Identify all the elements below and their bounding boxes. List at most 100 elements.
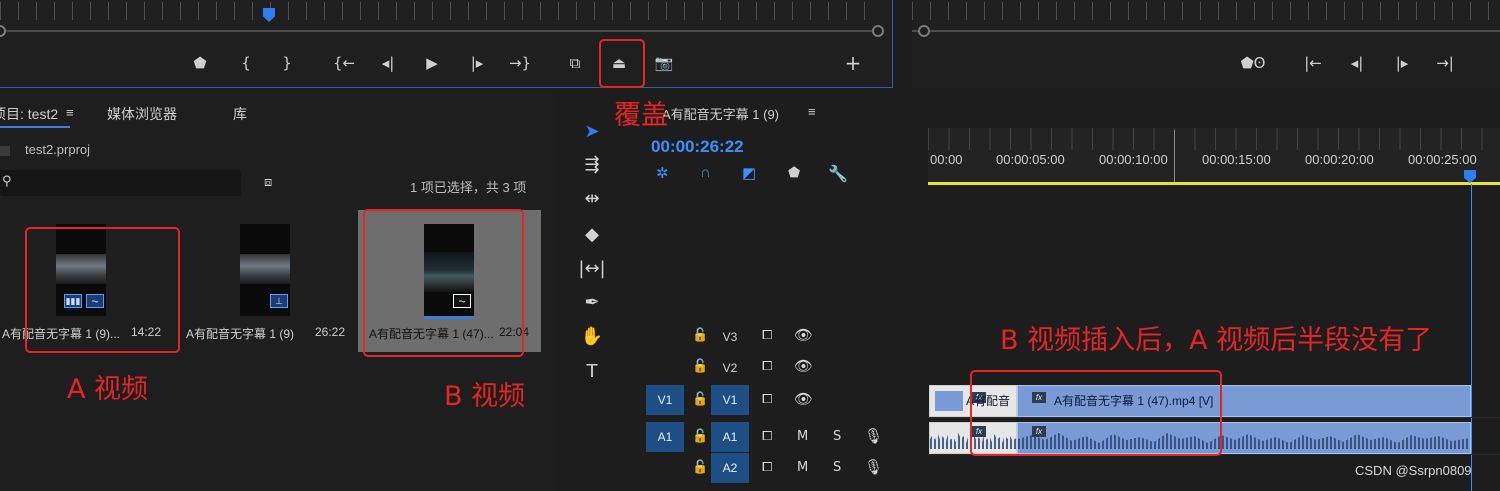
tab-library[interactable]: 库: [233, 104, 247, 124]
source-ruler[interactable]: [0, 2, 880, 20]
source-zoom-handle-right[interactable]: [872, 25, 884, 37]
source-scrub-bar[interactable]: [0, 30, 880, 32]
timecode-display[interactable]: 00:00:26:22: [651, 137, 744, 157]
annotation-a-video: A 视频: [67, 374, 149, 405]
mark-in-icon[interactable]: {: [233, 52, 259, 74]
add-icon[interactable]: +: [840, 51, 866, 75]
ruler-label: 00:00:25:00: [1408, 152, 1477, 167]
razor-tool-icon[interactable]: ◆: [577, 220, 607, 248]
selection-status: 1 项已选择，共 3 项: [410, 180, 527, 195]
clip-highlight: [970, 370, 1222, 456]
track-name[interactable]: V3: [711, 322, 749, 352]
program-monitor: ⬟ʘ |← ◂| |▸ →|: [912, 0, 1500, 88]
lock-icon[interactable]: 🔓: [692, 359, 708, 374]
ruler-label: 00:00:20:00: [1305, 152, 1374, 167]
export-frame-icon[interactable]: 📷: [651, 52, 677, 74]
new-search-bin-icon[interactable]: ⧈: [264, 174, 272, 190]
hand-tool-icon[interactable]: ✋: [577, 322, 607, 350]
go-to-out-icon[interactable]: →}: [507, 52, 533, 74]
search-icon: ⚲: [2, 173, 12, 188]
program-marker-icon[interactable]: ⬟ʘ: [1240, 52, 1266, 74]
wrench-icon[interactable]: 🔧: [828, 164, 848, 184]
overwrite-highlight: [599, 39, 645, 88]
program-step-forward-icon[interactable]: |▸: [1389, 52, 1415, 74]
lock-icon[interactable]: 🔓: [692, 460, 708, 475]
ruler-label: 00:00:10:00: [1099, 152, 1168, 167]
marker-icon[interactable]: ⬟: [788, 164, 800, 181]
tab-active-indicator: [0, 126, 70, 128]
ruler-label: 00:00:05:00: [996, 152, 1065, 167]
track-select-tool-icon[interactable]: ⇶: [577, 150, 607, 178]
clip-a-thumb: [935, 391, 963, 411]
microphone-icon[interactable]: 🎙: [864, 427, 883, 445]
sync-lock-icon[interactable]: ⧠: [762, 460, 772, 475]
snap-icon[interactable]: ✲: [656, 164, 669, 182]
lock-icon[interactable]: 🔓: [692, 392, 708, 407]
timeline-ruler[interactable]: 00:00 00:00:05:00 00:00:10:00 00:00:15:0…: [928, 128, 1500, 185]
solo-button[interactable]: S: [833, 429, 841, 444]
tools-panel: ➤ ⇶ ⇹ ◆ |↔| ✒ ✋ T: [567, 112, 617, 392]
clip-duration: 26:22: [315, 325, 346, 339]
slip-tool-icon[interactable]: |↔|: [577, 254, 607, 282]
project-file-name: test2.prproj: [25, 142, 91, 157]
work-area-bar[interactable]: [928, 182, 1500, 185]
program-zoom-handle[interactable]: [918, 25, 930, 37]
mark-out-icon[interactable]: }: [274, 52, 300, 74]
mute-button[interactable]: M: [797, 429, 808, 444]
type-tool-icon[interactable]: T: [577, 357, 607, 385]
mute-button[interactable]: M: [797, 460, 808, 475]
marker-icon[interactable]: ⬟: [187, 52, 213, 74]
add-marker-mode-icon[interactable]: ◩: [742, 164, 756, 182]
eye-icon[interactable]: 👁: [794, 326, 813, 344]
panel-menu-icon[interactable]: ≡: [66, 105, 74, 120]
program-go-to-in-icon[interactable]: |←: [1300, 52, 1326, 74]
program-go-to-out-icon[interactable]: →|: [1432, 52, 1458, 74]
program-scrub-bar[interactable]: [912, 30, 1500, 32]
clip-name: A有配音无字幕 1 (9): [186, 327, 295, 341]
source-zoom-handle[interactable]: [0, 25, 6, 37]
watermark: CSDN @Ssrpn0809: [1355, 463, 1472, 478]
step-back-icon[interactable]: ◂|: [375, 52, 401, 74]
play-icon[interactable]: ▶: [419, 52, 445, 74]
go-to-in-icon[interactable]: {←: [331, 52, 357, 74]
eye-icon[interactable]: 👁: [794, 390, 813, 408]
source-patch-v1[interactable]: V1: [646, 385, 684, 415]
a-video-highlight: [25, 227, 180, 353]
track-name[interactable]: A2: [711, 453, 749, 483]
tab-media-browser[interactable]: 媒体浏览器: [107, 104, 177, 124]
track-name[interactable]: A1: [711, 422, 749, 452]
tab-project[interactable]: 项目: test2: [0, 104, 58, 124]
sync-lock-icon[interactable]: ⧠: [762, 359, 772, 374]
step-forward-icon[interactable]: |▸: [464, 52, 490, 74]
lock-icon[interactable]: 🔓: [692, 429, 708, 444]
linked-selection-icon[interactable]: ∩: [700, 164, 711, 181]
sync-lock-icon[interactable]: ⧠: [762, 328, 772, 343]
program-step-back-icon[interactable]: ◂|: [1344, 52, 1370, 74]
selection-tool-icon[interactable]: ➤: [577, 117, 607, 145]
annotation-note: B 视频插入后，A 视频后半段没有了: [1000, 325, 1433, 356]
search-input[interactable]: ⚲: [0, 170, 241, 196]
track-name[interactable]: V2: [711, 353, 749, 383]
solo-button[interactable]: S: [833, 460, 841, 475]
lock-icon[interactable]: 🔓: [692, 328, 708, 343]
timeline-menu-icon[interactable]: ≡: [808, 104, 816, 119]
ripple-edit-tool-icon[interactable]: ⇹: [577, 184, 607, 212]
insert-icon[interactable]: ⧉: [562, 52, 588, 74]
track-header-v3: 🔓 V3 ⧠ 👁: [630, 320, 928, 354]
track-header-a2: 🔓 A2 ⧠ M S 🎙: [630, 452, 928, 486]
bin-icon: [0, 146, 10, 156]
source-patch-a1[interactable]: A1: [646, 422, 684, 452]
ruler-ticks: [928, 128, 1500, 150]
track-header-v1: V1 🔓 V1 ⧠ 👁: [630, 384, 928, 418]
program-ruler[interactable]: [912, 2, 1500, 20]
eye-icon[interactable]: 👁: [794, 357, 813, 375]
microphone-icon[interactable]: 🎙: [864, 458, 883, 476]
sync-lock-icon[interactable]: ⧠: [762, 392, 772, 407]
ruler-label: 00:00: [930, 152, 963, 167]
track-name[interactable]: V1: [711, 385, 749, 415]
pen-tool-icon[interactable]: ✒: [577, 288, 607, 316]
track-header-v2: 🔓 V2 ⧠ 👁: [630, 351, 928, 385]
sequence-tab[interactable]: A有配音无字幕 1 (9): [662, 104, 779, 123]
track-header-a1: A1 🔓 A1 ⧠ M S 🎙: [630, 421, 928, 455]
sync-lock-icon[interactable]: ⧠: [762, 429, 772, 444]
